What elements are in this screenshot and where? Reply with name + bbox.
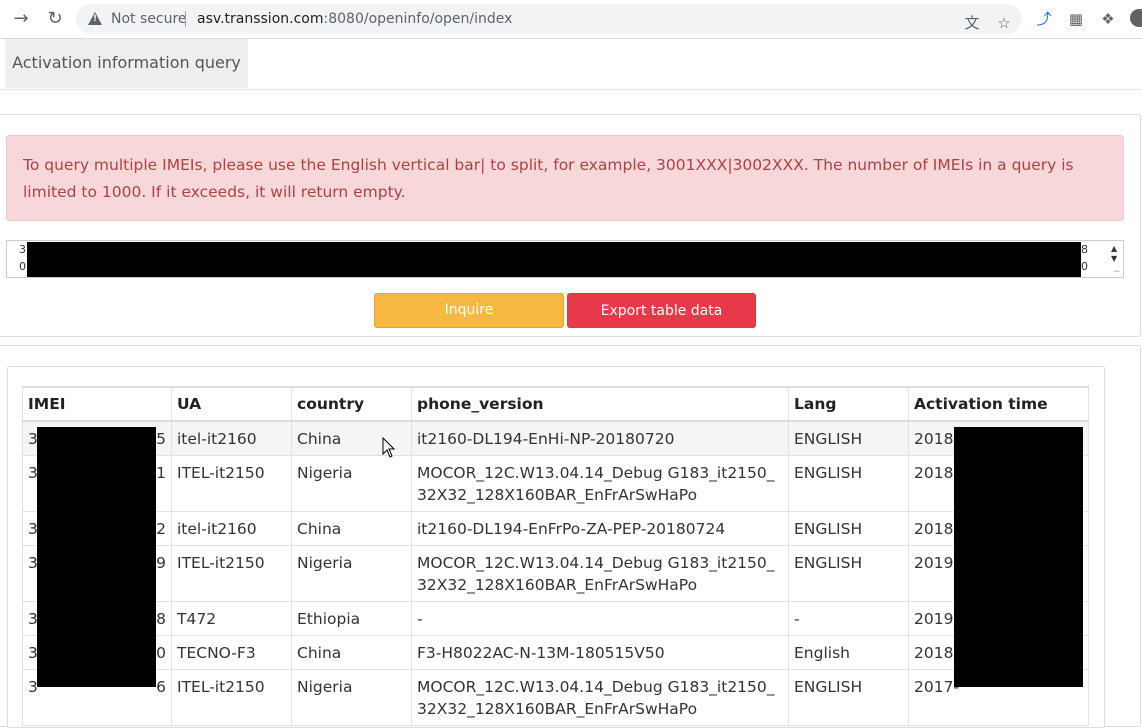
url-path: :8080/openinfo/open/index: [323, 11, 513, 27]
results-table: IMEI UA country phone_version Lang Activ…: [22, 386, 1089, 726]
table-header-row: IMEI UA country phone_version Lang Activ…: [22, 386, 1089, 422]
header-imei[interactable]: IMEI: [22, 386, 172, 422]
inquire-button[interactable]: Inquire: [374, 293, 564, 328]
url-host: asv.transsion.com: [197, 11, 324, 27]
country-cell: Ethiopia: [291, 601, 412, 636]
omnibox-divider: [185, 11, 186, 27]
bookmark-star-icon[interactable]: ☆: [994, 13, 1014, 33]
table-row[interactable]: 31 ITEL-it2150 Nigeria MOCOR_12C.W13.04.…: [22, 455, 1089, 512]
phone-version-cell: it2160-DL194-EnFrPo-ZA-PEP-20180724: [411, 511, 789, 546]
forward-icon[interactable]: →: [10, 8, 32, 30]
lang-cell: ENGLISH: [788, 455, 909, 512]
ua-cell: T472: [171, 601, 292, 636]
export-table-button[interactable]: Export table data: [567, 293, 756, 328]
header-ua[interactable]: UA: [171, 386, 292, 422]
header-lang[interactable]: Lang: [788, 386, 909, 422]
lang-cell: English: [788, 635, 909, 670]
ua-cell: ITEL-it2150: [171, 455, 292, 512]
ua-cell: itel-it2160: [171, 420, 292, 456]
ua-cell: TECNO-F3: [171, 635, 292, 670]
header-country[interactable]: country: [291, 386, 412, 422]
extensions-puzzle-icon[interactable]: ❖: [1098, 9, 1118, 29]
ua-cell: itel-it2160: [171, 511, 292, 546]
country-cell: Nigeria: [291, 455, 412, 512]
country-cell: Nigeria: [291, 669, 412, 726]
lang-cell: ENGLISH: [788, 669, 909, 726]
redacted-imei-input: [27, 242, 1081, 277]
translate-icon[interactable]: 文: [962, 13, 982, 33]
alert-text: To query multiple IMEIs, please use the …: [23, 156, 1074, 201]
phone-version-cell: it2160-DL194-EnHi-NP-20180720: [411, 420, 789, 456]
country-cell: Nigeria: [291, 545, 412, 602]
table-row[interactable]: 39 ITEL-it2150 Nigeria MOCOR_12C.W13.04.…: [22, 545, 1089, 602]
reload-icon[interactable]: ↻: [44, 8, 66, 30]
resize-handle-icon[interactable]: −: [1113, 267, 1121, 277]
redacted-time-column: [954, 427, 1083, 687]
country-cell: China: [291, 635, 412, 670]
table-row[interactable]: 30 TECNO-F3 China F3-H8022AC-N-13M-18051…: [22, 635, 1089, 670]
ua-cell: ITEL-it2150: [171, 669, 292, 726]
textarea-scroll-arrows-icon[interactable]: ▲ ▼: [1111, 244, 1117, 264]
country-cell: China: [291, 511, 412, 546]
lang-cell: ENGLISH: [788, 420, 909, 456]
tab-activation-query[interactable]: Activation information query: [5, 39, 248, 88]
browser-toolbar: → ↻ Not secure asv.transsion.com:8080/op…: [0, 0, 1142, 39]
tab-bar: Activation information query: [0, 39, 1142, 90]
phone-version-cell: MOCOR_12C.W13.04.14_Debug G183_it2150_32…: [411, 669, 789, 726]
info-alert: To query multiple IMEIs, please use the …: [6, 135, 1124, 221]
header-phone-version[interactable]: phone_version: [411, 386, 789, 422]
imei-textarea[interactable]: 3 0 8 0 ▲ ▼ −: [6, 240, 1124, 278]
profile-avatar[interactable]: [1130, 9, 1142, 27]
header-activation-time[interactable]: Activation time: [908, 386, 1089, 422]
extension-h-icon[interactable]: ▦: [1066, 9, 1086, 29]
textarea-left-chars: 3 0: [19, 243, 26, 273]
warning-icon[interactable]: [88, 12, 102, 25]
extension-icon[interactable]: ⤴: [1034, 9, 1054, 29]
security-label[interactable]: Not secure: [111, 11, 187, 27]
lang-cell: ENGLISH: [788, 545, 909, 602]
phone-version-cell: MOCOR_12C.W13.04.14_Debug G183_it2150_32…: [411, 455, 789, 512]
redacted-imei-column: [37, 427, 156, 687]
phone-version-cell: -: [411, 601, 789, 636]
lang-cell: ENGLISH: [788, 511, 909, 546]
ua-cell: ITEL-it2150: [171, 545, 292, 602]
url-text[interactable]: asv.transsion.com:8080/openinfo/open/ind…: [197, 11, 512, 27]
mouse-cursor-icon: [382, 437, 396, 458]
table-row[interactable]: 35 itel-it2160 China it2160-DL194-EnHi-N…: [22, 420, 1089, 456]
table-row[interactable]: 38 T472 Ethiopia - - 2019-: [22, 601, 1089, 636]
address-bar[interactable]: Not secure asv.transsion.com:8080/openin…: [76, 4, 1022, 34]
lang-cell: -: [788, 601, 909, 636]
phone-version-cell: F3-H8022AC-N-13M-180515V50: [411, 635, 789, 670]
phone-version-cell: MOCOR_12C.W13.04.14_Debug G183_it2150_32…: [411, 545, 789, 602]
textarea-right-chars: 8 0: [1081, 243, 1088, 273]
table-row[interactable]: 36 ITEL-it2150 Nigeria MOCOR_12C.W13.04.…: [22, 669, 1089, 726]
table-row[interactable]: 32 itel-it2160 China it2160-DL194-EnFrPo…: [22, 511, 1089, 546]
